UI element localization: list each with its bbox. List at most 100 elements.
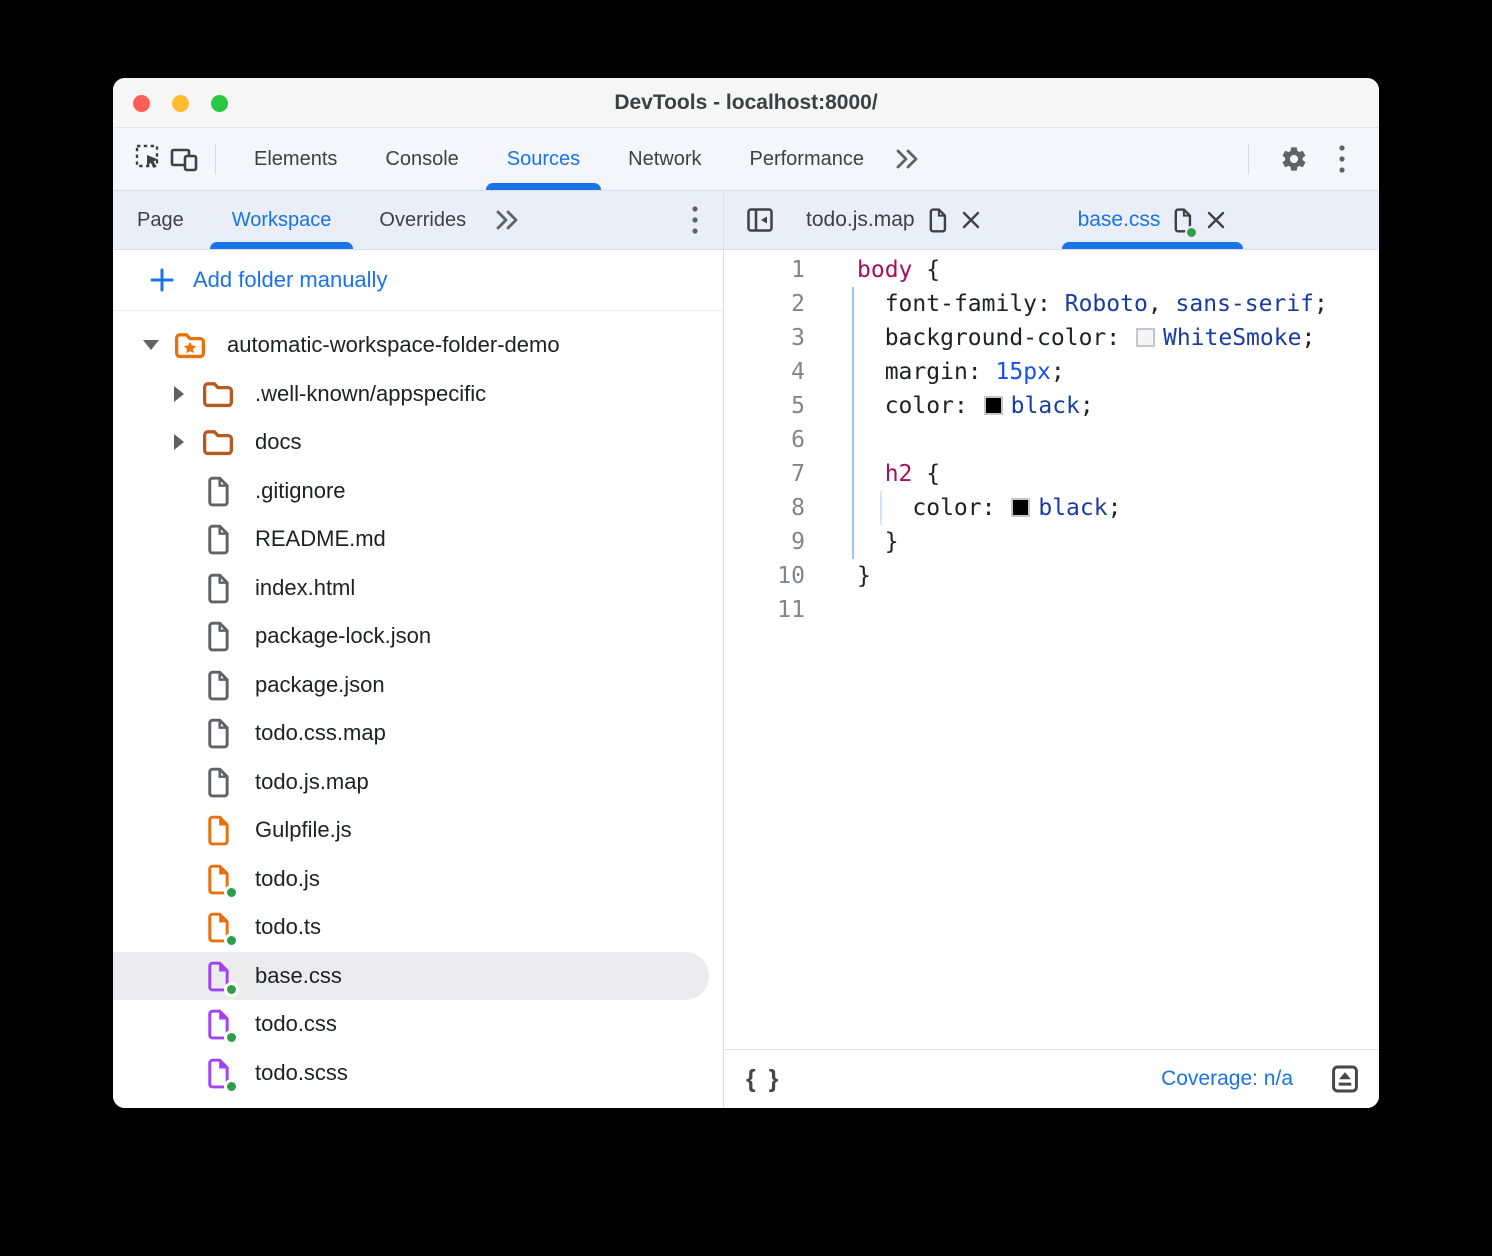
line-number[interactable]: 2 (724, 287, 805, 321)
tree-item-label: todo.js (255, 866, 320, 892)
line-number[interactable]: 6 (724, 423, 805, 457)
tree-item[interactable]: todo.ts (113, 903, 723, 952)
expander-icon[interactable] (169, 386, 189, 402)
code-token (857, 461, 885, 487)
toolbar-tab[interactable]: Sources (483, 128, 604, 190)
minimize-window-button[interactable] (172, 95, 189, 112)
toggle-device-toolbar-icon[interactable] (167, 142, 201, 176)
more-navigator-tabs-icon[interactable] (492, 208, 522, 232)
line-number[interactable]: 9 (724, 525, 805, 559)
color-swatch[interactable] (1011, 498, 1030, 517)
code-token: black (1038, 495, 1107, 521)
code-token: sans-serif (1176, 291, 1314, 317)
expander-icon[interactable] (141, 340, 161, 350)
unsaved-changes-dot (224, 933, 239, 948)
tree-item[interactable]: Gulpfile.js (113, 806, 723, 855)
navigator-menu-kebab-icon[interactable] (667, 204, 723, 236)
sidebar-tab[interactable]: Workspace (208, 191, 356, 249)
code-line: margin: 15px; (857, 355, 1328, 389)
navigator-tab-strip: Page Workspace Overrides (113, 191, 723, 250)
close-window-button[interactable] (133, 95, 150, 112)
code-token: } (885, 529, 899, 555)
code-line: font-family: Roboto, sans-serif; (857, 287, 1328, 321)
line-number[interactable]: 5 (724, 389, 805, 423)
file-type-icon (201, 766, 235, 798)
line-number[interactable]: 8 (724, 491, 805, 525)
file-type-icon (201, 1008, 235, 1040)
line-number[interactable]: 4 (724, 355, 805, 389)
tree-item[interactable]: index.html (113, 564, 723, 613)
settings-gear-icon[interactable] (1277, 142, 1311, 176)
file-type-icon (201, 428, 235, 456)
editor-tab[interactable]: todo.js.map (790, 191, 998, 249)
tree-item[interactable]: docs (113, 418, 723, 467)
toolbar-tab[interactable]: Network (604, 128, 725, 190)
line-number[interactable]: 1 (724, 253, 805, 287)
inspect-element-icon[interactable] (133, 142, 167, 176)
line-number[interactable]: 7 (724, 457, 805, 491)
hide-navigator-icon[interactable] (746, 206, 774, 234)
tree-item[interactable]: todo.js.map (113, 758, 723, 807)
toolbar-tab[interactable]: Console (361, 128, 482, 190)
close-icon[interactable] (960, 209, 982, 231)
code-token: WhiteSmoke (1163, 325, 1301, 351)
tree-item-label: todo.js.map (255, 769, 369, 795)
toolbar-tab[interactable]: Performance (726, 128, 889, 190)
code-token: ; (1051, 359, 1065, 385)
color-swatch[interactable] (984, 396, 1003, 415)
line-number-gutter[interactable]: 1234567891011 (724, 250, 808, 1049)
editor-tab[interactable]: base.css (1062, 191, 1244, 249)
main-menu-kebab-icon[interactable] (1325, 142, 1359, 176)
code-line: } (857, 559, 1328, 593)
file-type-icon (201, 669, 235, 701)
close-icon[interactable] (1205, 209, 1227, 231)
tree-item[interactable]: README.md (113, 515, 723, 564)
file-type-icon (201, 380, 235, 408)
tree-item[interactable]: todo.scss (113, 1049, 723, 1098)
tree-item[interactable]: todo.css (113, 1000, 723, 1049)
line-number[interactable]: 3 (724, 321, 805, 355)
open-file-drawer-icon[interactable] (1329, 1063, 1361, 1095)
code-token: : (968, 359, 996, 385)
add-folder-button[interactable]: Add folder manually (113, 250, 723, 311)
tree-item-label: package.json (255, 672, 385, 698)
tree-item[interactable]: base.css (113, 952, 709, 1001)
code-token: color (885, 393, 954, 419)
editor-tab-label: base.css (1078, 208, 1161, 232)
toolbar-tab[interactable]: Elements (230, 128, 361, 190)
tree-item[interactable]: todo.css.map (113, 709, 723, 758)
tree-item-label: base.css (255, 963, 342, 989)
code-content[interactable]: body { font-family: Roboto, sans-serif; … (857, 250, 1328, 1049)
tree-item[interactable]: package-lock.json (113, 612, 723, 661)
window-title: DevTools - localhost:8000/ (614, 91, 877, 115)
sidebar-tab[interactable]: Overrides (355, 191, 490, 249)
pretty-print-button[interactable]: { } (746, 1065, 781, 1094)
tree-item[interactable]: package.json (113, 661, 723, 710)
line-number[interactable]: 10 (724, 559, 805, 593)
code-editor[interactable]: 1234567891011 body { font-family: Roboto… (724, 250, 1379, 1049)
tree-item[interactable]: .gitignore (113, 467, 723, 516)
sidebar-tab[interactable]: Page (113, 191, 208, 249)
code-token: : (954, 393, 982, 419)
sidebar-tab-label: Workspace (232, 209, 332, 232)
sidebar-tab-label: Overrides (379, 209, 466, 232)
tree-item-label: .gitignore (255, 478, 346, 504)
tree-item[interactable]: .well-known/appspecific (113, 370, 723, 419)
color-swatch[interactable] (1136, 328, 1155, 347)
panel-tabs: Elements Console Sources Network Perform… (230, 128, 888, 190)
tree-item-label: README.md (255, 526, 386, 552)
code-token: { (912, 461, 940, 487)
zoom-window-button[interactable] (211, 95, 228, 112)
code-token: ; (1108, 495, 1122, 521)
toolbar-tab-label: Console (385, 148, 458, 171)
expander-icon[interactable] (169, 434, 189, 450)
more-panels-icon[interactable] (892, 147, 922, 171)
code-line: color: black; (857, 491, 1328, 525)
traffic-lights (133, 95, 228, 112)
line-number[interactable]: 11 (724, 593, 805, 627)
tree-item[interactable]: todo.js (113, 855, 723, 904)
tree-item-label: todo.scss (255, 1060, 348, 1086)
sidebar-tab-label: Page (137, 209, 184, 232)
tree-item[interactable]: automatic-workspace-folder-demo (113, 321, 723, 370)
coverage-link[interactable]: Coverage: n/a (1161, 1067, 1293, 1091)
